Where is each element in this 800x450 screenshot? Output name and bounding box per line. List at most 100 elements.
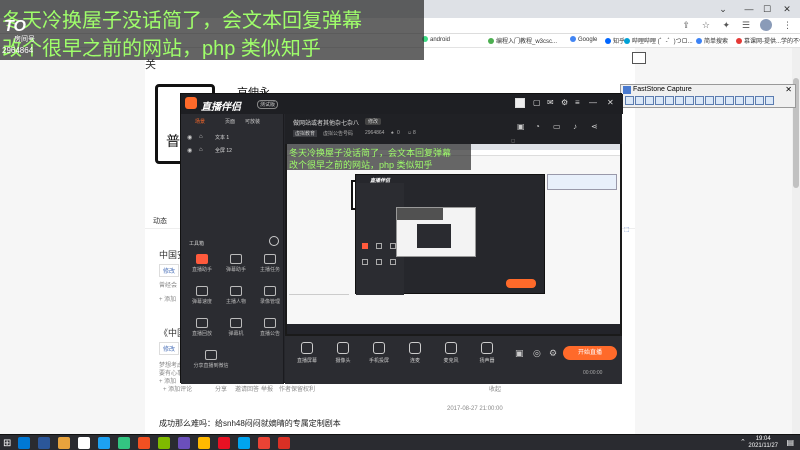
app-close-icon[interactable]: ✕ — [607, 98, 614, 107]
camera-icon[interactable]: ◎ — [533, 348, 541, 359]
source-item[interactable]: ◉ ⌂ 文本 1 — [185, 134, 280, 143]
app-minimize-icon[interactable]: — — [589, 98, 597, 107]
tool-item[interactable]: 直播回放 — [189, 318, 215, 337]
bookmark-item[interactable]: 知乎 — [605, 36, 625, 45]
app-menu-icon[interactable]: ≡ — [575, 98, 580, 107]
taskbar-app-icon[interactable] — [58, 437, 70, 449]
tab-page[interactable]: 页面 — [225, 118, 235, 125]
room-title[interactable]: 做网站或者其他杂七杂八 — [293, 118, 359, 127]
reading-list-icon[interactable]: ☰ — [742, 20, 750, 31]
bottom-action[interactable]: 直播屏幕 — [293, 342, 321, 364]
eye-icon[interactable]: ◉ — [187, 147, 192, 154]
app-gift-icon[interactable]: ▢ — [533, 98, 541, 107]
tool-item[interactable]: 主播任务 — [257, 254, 283, 273]
taskbar-clock[interactable]: 19:04 2021/11/27 — [748, 436, 778, 450]
room-category[interactable]: 虚拟教育 — [293, 130, 318, 137]
side-link[interactable]: ⬚ — [624, 226, 630, 233]
faststone-tool-icon[interactable] — [745, 96, 754, 105]
bottom-action[interactable]: 扬声器 — [473, 342, 501, 364]
tool-item[interactable]: 主播人物 — [223, 286, 249, 305]
extensions-icon[interactable]: ✦ — [722, 20, 730, 31]
tab-scene[interactable]: 场景 — [195, 118, 205, 125]
faststone-tool-icon[interactable] — [765, 96, 774, 105]
minimize-icon[interactable]: — — [742, 2, 756, 16]
taskbar-app-icon[interactable] — [218, 437, 230, 449]
faststone-tool-icon[interactable] — [695, 96, 704, 105]
taskbar-app-icon[interactable] — [38, 437, 50, 449]
item1-edit-button[interactable]: 修改 — [159, 264, 180, 277]
record-icon[interactable]: ▣ — [515, 348, 524, 359]
tool-item[interactable]: 弹幕速度 — [189, 286, 215, 305]
scene-screen-icon[interactable]: ▭ — [553, 122, 561, 131]
tool-item[interactable]: 分享直播到微信 — [189, 350, 233, 369]
chevron-down-icon[interactable]: ⌄ — [716, 2, 730, 16]
bookmark-item[interactable]: 简单搜索 — [696, 36, 728, 45]
taskbar-app-icon[interactable] — [198, 437, 210, 449]
star-icon[interactable]: ☆ — [702, 20, 710, 31]
faststone-tool-icon[interactable] — [715, 96, 724, 105]
source-item[interactable]: ◉ ⌂ 全屏 12 — [185, 147, 280, 156]
faststone-tool-icon[interactable] — [665, 96, 674, 105]
taskbar-app-icon[interactable] — [98, 437, 110, 449]
lock-icon[interactable]: ⌂ — [199, 134, 203, 140]
lock-icon[interactable]: ⌂ — [199, 147, 203, 153]
bottom-action[interactable]: 麦克风 — [437, 342, 465, 364]
faststone-tool-icon[interactable] — [625, 96, 634, 105]
tool-item[interactable]: 直播公告 — [257, 318, 283, 337]
go-live-button[interactable]: 开始直播 — [563, 346, 617, 360]
maximize-icon[interactable]: ☐ — [760, 2, 774, 16]
bottom-action[interactable]: 连麦 — [401, 342, 429, 364]
notification-icon[interactable]: ▤ — [786, 438, 794, 447]
settings-icon[interactable]: ⚙ — [549, 348, 557, 359]
faststone-tool-icon[interactable] — [705, 96, 714, 105]
faststone-tool-icon[interactable] — [735, 96, 744, 105]
tray-icon[interactable]: ⌃ — [740, 438, 746, 446]
bookmark-item[interactable]: 慕课网-提供...学的不仅... — [736, 36, 800, 45]
faststone-tool-icon[interactable] — [645, 96, 654, 105]
close-icon[interactable]: ✕ — [780, 2, 794, 16]
faststone-tool-icon[interactable] — [685, 96, 694, 105]
taskbar-app-icon[interactable] — [158, 437, 170, 449]
action-invite[interactable]: 邀请回答 — [235, 384, 259, 393]
bottom-action[interactable]: 手机投屏 — [365, 342, 393, 364]
taskbar-app-icon[interactable] — [138, 437, 150, 449]
tool-item[interactable]: 弹幕机 — [223, 318, 249, 337]
faststone-tool-icon[interactable] — [725, 96, 734, 105]
taskbar-app-icon[interactable] — [118, 437, 130, 449]
taskbar-app-icon[interactable] — [178, 437, 190, 449]
bottom-action[interactable]: 摄像头 — [329, 342, 357, 364]
app-widget-icon[interactable] — [515, 98, 525, 108]
scene-share-icon[interactable]: ⋖ — [591, 122, 598, 131]
bookmark-item[interactable]: 编程入门教程_w3csc... — [488, 36, 557, 45]
windows-start-icon[interactable]: ⊞ — [3, 438, 11, 449]
toolbox-settings-icon[interactable] — [269, 236, 279, 246]
share-icon[interactable]: ⇪ — [682, 20, 690, 31]
tool-item[interactable]: 直播助手 — [189, 254, 215, 273]
avatar[interactable] — [760, 19, 772, 31]
faststone-tool-icon[interactable] — [655, 96, 664, 105]
faststone-close-icon[interactable]: ✕ — [785, 85, 792, 94]
footer-title[interactable]: 成功那么难吗：给snh48闷闷就嫡晴的专属定制剧本 — [159, 418, 341, 429]
collect-button[interactable]: 收起 — [489, 384, 501, 393]
item1-add[interactable]: + 添加 — [159, 294, 176, 303]
taskbar-app-icon[interactable] — [278, 437, 290, 449]
scene-lock-icon[interactable]: ◔ — [535, 122, 540, 131]
faststone-tool-icon[interactable] — [675, 96, 684, 105]
tool-item[interactable]: 弹幕助手 — [223, 254, 249, 273]
bookmark-item[interactable]: Google — [570, 36, 597, 43]
side-widget[interactable] — [632, 52, 646, 64]
app-message-icon[interactable]: ✉ — [547, 98, 554, 107]
item2-edit-button[interactable]: 修改 — [159, 342, 180, 355]
taskbar-app-icon[interactable] — [258, 437, 270, 449]
taskbar-app-icon[interactable] — [238, 437, 250, 449]
scene-bell-icon[interactable]: ♪ — [573, 122, 577, 131]
app-settings-icon[interactable]: ⚙ — [561, 98, 568, 107]
menu-icon[interactable]: ⋮ — [783, 20, 792, 31]
taskbar-app-icon[interactable] — [18, 437, 30, 449]
action-add-comment[interactable]: + 添加评论 — [163, 384, 192, 393]
faststone-tool-icon[interactable] — [755, 96, 764, 105]
bookmark-item[interactable]: 哔哩哔哩 (゜-゜)つロ... — [624, 36, 693, 45]
bookmark-item[interactable]: android — [422, 36, 450, 43]
taskbar-app-icon[interactable] — [78, 437, 90, 449]
scene-delete-icon[interactable]: ▣ — [517, 122, 525, 131]
